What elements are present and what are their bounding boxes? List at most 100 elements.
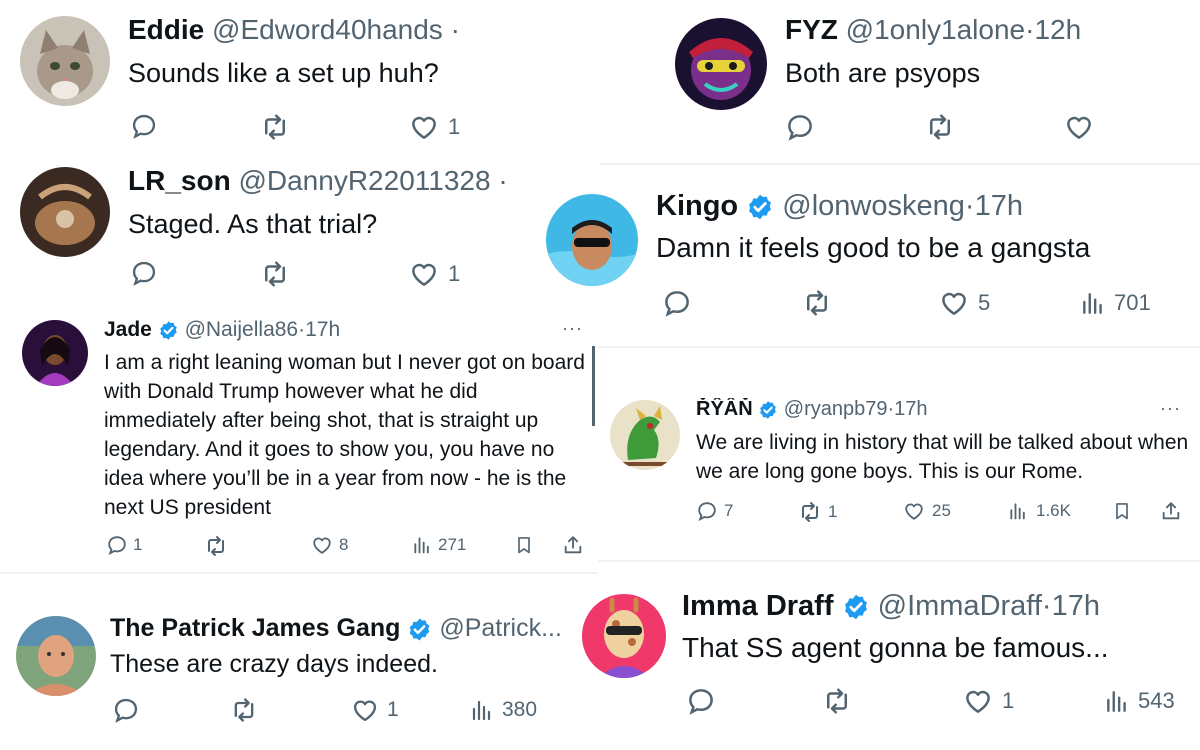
share-button[interactable] [1160, 500, 1182, 522]
repost-button[interactable] [230, 696, 258, 724]
views-button[interactable]: 543 [1104, 686, 1175, 716]
reply-icon [112, 696, 140, 724]
avatar[interactable] [610, 400, 680, 470]
user-handle[interactable]: @DannyR22011328 [238, 165, 490, 196]
display-name[interactable]: Eddie [128, 14, 204, 45]
bookmark-icon [1112, 500, 1132, 522]
tweet-header: LR_son @DannyR22011328 · [128, 165, 538, 197]
tweet-lr-son[interactable]: LR_son @DannyR22011328 · Staged. As that… [0, 155, 545, 300]
repost-icon [260, 259, 290, 289]
more-options-button[interactable]: ··· [1160, 398, 1181, 419]
view-count: 543 [1138, 688, 1175, 713]
reply-button[interactable] [686, 686, 716, 716]
like-button[interactable]: 8 [310, 534, 348, 556]
display-name[interactable]: FYZ [785, 14, 838, 45]
display-name[interactable]: Kingo [656, 190, 738, 222]
avatar[interactable] [675, 18, 767, 110]
repost-button[interactable] [260, 112, 290, 142]
reply-button[interactable] [662, 288, 692, 318]
timestamp[interactable]: 17h [305, 318, 340, 341]
repost-button[interactable] [260, 259, 290, 289]
tweet-header: Imma Draff @ImmaDraff·17h [682, 590, 1196, 623]
tweet-patrick-james-gang[interactable]: The Patrick James Gang @Patrick... These… [0, 598, 578, 750]
timestamp[interactable]: 17h [1052, 590, 1100, 622]
user-handle[interactable]: @Naijella86 [185, 318, 299, 341]
like-button[interactable] [1063, 112, 1095, 142]
avatar[interactable] [22, 320, 88, 386]
views-button[interactable]: 271 [412, 534, 466, 556]
repost-icon [822, 686, 852, 716]
tweet-jade[interactable]: Jade @Naijella86·17h ··· I am a right le… [0, 308, 598, 570]
views-button[interactable]: 380 [470, 696, 537, 724]
display-name[interactable]: The Patrick James Gang [110, 614, 400, 642]
heart-icon [962, 686, 994, 716]
avatar[interactable] [20, 16, 110, 106]
display-name[interactable]: ŘŶÂŇ [696, 398, 753, 420]
like-button[interactable]: 5 [938, 288, 990, 318]
view-count: 701 [1114, 290, 1151, 315]
share-button[interactable] [562, 534, 584, 556]
bookmark-icon [514, 534, 534, 556]
user-handle[interactable]: @ImmaDraff [878, 590, 1042, 622]
like-count: 1 [448, 261, 461, 286]
like-button[interactable]: 25 [902, 500, 951, 522]
verified-badge-icon [407, 617, 432, 642]
reply-icon [130, 259, 158, 287]
reply-button[interactable] [112, 696, 140, 724]
reply-button[interactable] [130, 259, 158, 287]
tweet-ryan[interactable]: ŘŶÂŇ @ryanpb79·17h ··· We are living in … [598, 390, 1200, 530]
repost-button[interactable] [822, 686, 852, 716]
separator-dot: · [450, 14, 460, 45]
repost-button[interactable] [204, 534, 228, 558]
tweet-text: We are living in history that will be ta… [696, 431, 1189, 483]
avatar[interactable] [582, 594, 666, 678]
repost-button[interactable]: 1 [798, 500, 837, 524]
user-handle[interactable]: @lonwoskeng [782, 190, 965, 222]
user-handle[interactable]: @ryanpb79 [784, 398, 888, 420]
repost-icon [925, 112, 955, 142]
views-button[interactable]: 701 [1080, 288, 1151, 318]
like-button[interactable]: 1 [408, 112, 460, 142]
display-name[interactable]: Jade [104, 318, 152, 341]
avatar[interactable] [20, 167, 110, 257]
like-button[interactable]: 1 [408, 259, 460, 289]
timestamp[interactable]: 17h [975, 190, 1023, 222]
avatar[interactable] [16, 616, 96, 696]
tweet-kingo[interactable]: Kingo @lonwoskeng·17h Damn it feels good… [530, 168, 1200, 338]
views-icon [412, 534, 432, 556]
art-avatar-icon [675, 18, 767, 110]
reply-icon [662, 288, 692, 318]
giraffe-avatar-icon [582, 594, 666, 678]
views-button[interactable]: 1.6K [1008, 500, 1071, 522]
reply-button[interactable]: 1 [106, 534, 142, 556]
bookmark-button[interactable] [514, 534, 534, 556]
tweet-header: ŘŶÂŇ @ryanpb79·17h [696, 398, 1146, 421]
tweet-header: Jade @Naijella86·17h [104, 318, 554, 342]
views-icon [1008, 500, 1028, 522]
timestamp[interactable]: 17h [894, 398, 927, 420]
display-name[interactable]: Imma Draff [682, 590, 834, 622]
user-handle[interactable]: @1only1alone [846, 14, 1025, 45]
like-button[interactable]: 1 [350, 696, 399, 724]
reply-button[interactable] [130, 112, 158, 140]
tweet-imma-draff[interactable]: Imma Draff @ImmaDraff·17h That SS agent … [578, 580, 1200, 750]
timestamp[interactable]: 12h [1034, 14, 1081, 45]
avatar[interactable] [546, 194, 638, 286]
reply-icon [106, 534, 128, 556]
tweet-eddie[interactable]: Eddie @Edword40hands · Sounds like a set… [0, 0, 520, 150]
reply-button[interactable]: 7 [696, 500, 733, 522]
display-name[interactable]: LR_son [128, 165, 231, 196]
like-count: 1 [387, 698, 399, 721]
bookmark-button[interactable] [1112, 500, 1132, 522]
repost-button[interactable] [802, 288, 832, 318]
like-button[interactable]: 1 [962, 686, 1014, 716]
view-count: 1.6K [1036, 501, 1071, 520]
more-options-button[interactable]: ··· [562, 318, 583, 339]
repost-button[interactable] [925, 112, 955, 142]
tweet-fyz[interactable]: FYZ @1only1alone·12h Both are psyops [655, 0, 1200, 160]
scrollbar[interactable] [592, 346, 595, 426]
user-handle[interactable]: @Patrick... [439, 614, 562, 642]
user-handle[interactable]: @Edword40hands [212, 14, 443, 45]
verified-badge-icon [158, 320, 179, 341]
reply-button[interactable] [785, 112, 815, 142]
